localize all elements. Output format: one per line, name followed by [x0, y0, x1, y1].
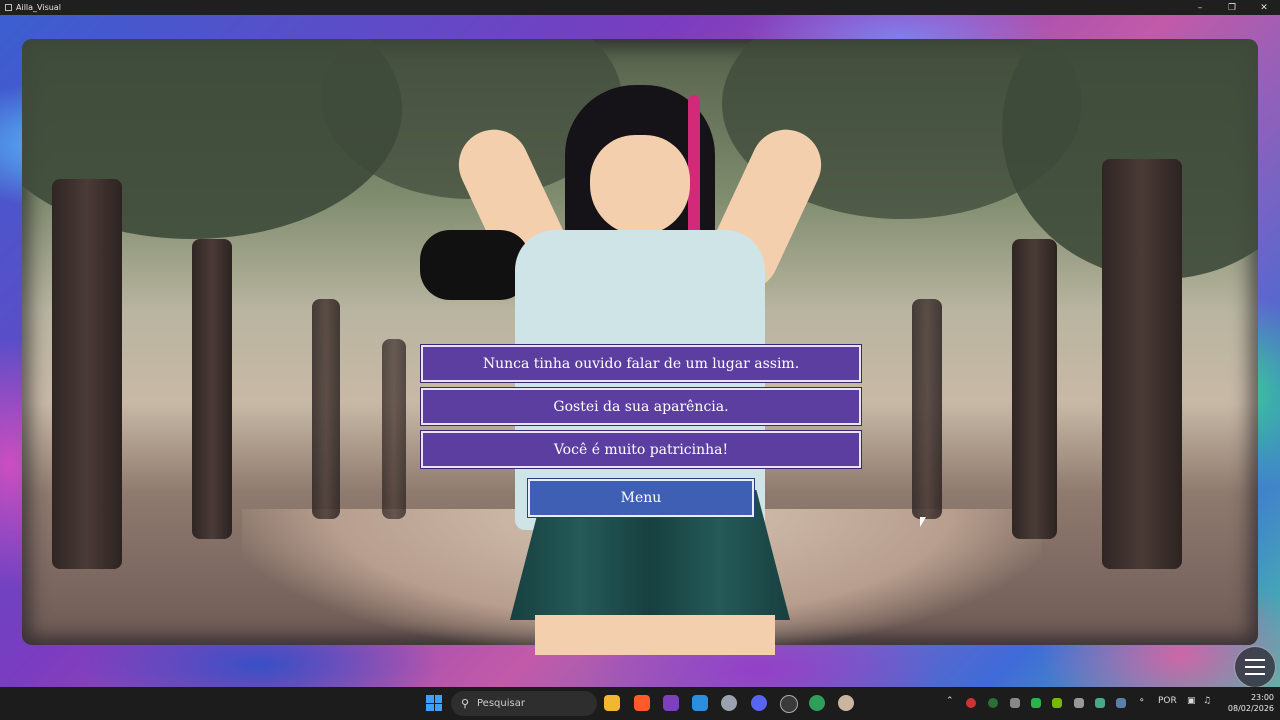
tray-icon[interactable]: [966, 698, 976, 708]
discord-icon[interactable]: [751, 695, 767, 711]
choice-button[interactable]: Nunca tinha ouvido falar de um lugar ass…: [420, 344, 862, 383]
choice-button[interactable]: Você é muito patricinha!: [420, 430, 862, 469]
tray-icon[interactable]: [1010, 698, 1020, 708]
tree-trunk: [52, 179, 122, 569]
minimize-icon[interactable]: –: [1184, 0, 1216, 15]
window-title-bar: Ailla_Visual – ❐ ✕: [0, 0, 1280, 15]
tree-trunk: [382, 339, 406, 519]
brave-browser-icon[interactable]: [634, 695, 650, 711]
tree-trunk: [1102, 159, 1182, 569]
clock-date: 08/02/2026: [1227, 704, 1274, 713]
search-icon: ⚲: [461, 696, 470, 710]
file-explorer-icon[interactable]: [604, 695, 620, 711]
character-face: [590, 135, 690, 235]
taskbar: ⚲ Pesquisar ⌃ ⚬ POR ▣ ♫ 23:00 08/02/2026: [0, 687, 1280, 720]
close-icon[interactable]: ✕: [1248, 0, 1280, 15]
microphone-icon[interactable]: ⚬: [1138, 696, 1146, 706]
choice-menu: Nunca tinha ouvido falar de um lugar ass…: [420, 344, 862, 474]
chevron-up-icon[interactable]: ⌃: [946, 696, 954, 706]
windows-start-icon[interactable]: [426, 695, 442, 711]
window-title: Ailla_Visual: [16, 3, 61, 12]
clock-time: 23:00: [1250, 693, 1274, 702]
maximize-icon[interactable]: ❐: [1216, 0, 1248, 15]
tray-icon[interactable]: [1074, 698, 1084, 708]
app-icon-nf[interactable]: [663, 695, 679, 711]
tree-trunk: [312, 299, 340, 519]
language-indicator[interactable]: POR: [1158, 696, 1177, 706]
choice-button[interactable]: Gostei da sua aparência.: [420, 387, 862, 426]
settings-icon[interactable]: [721, 695, 737, 711]
network-icon[interactable]: ▣: [1187, 696, 1196, 706]
game-viewport: Nunca tinha ouvido falar de um lugar ass…: [0, 15, 1280, 687]
tree-trunk: [912, 299, 942, 519]
app-icon-blue[interactable]: [692, 695, 708, 711]
app-icon-green[interactable]: [809, 695, 825, 711]
hamburger-menu-icon[interactable]: [1234, 646, 1276, 687]
app-icon-dark[interactable]: [780, 695, 798, 713]
game-app-icon[interactable]: [838, 695, 854, 711]
app-icon: [5, 4, 12, 11]
character-legs: [535, 615, 775, 655]
mouse-cursor: [920, 517, 926, 527]
taskbar-search[interactable]: ⚲ Pesquisar: [451, 691, 597, 716]
tray-icon[interactable]: [1031, 698, 1041, 708]
taskbar-clock[interactable]: 23:00 08/02/2026: [1222, 692, 1274, 714]
volume-icon[interactable]: ♫: [1203, 696, 1211, 706]
tray-icon[interactable]: [1095, 698, 1105, 708]
tree-trunk: [1012, 239, 1057, 539]
search-placeholder: Pesquisar: [477, 698, 525, 709]
character-sleeve: [420, 230, 530, 300]
steam-icon[interactable]: [1116, 698, 1126, 708]
tray-icon[interactable]: [988, 698, 998, 708]
nvidia-icon[interactable]: [1052, 698, 1062, 708]
menu-button[interactable]: Menu: [527, 478, 755, 518]
tree-trunk: [192, 239, 232, 539]
